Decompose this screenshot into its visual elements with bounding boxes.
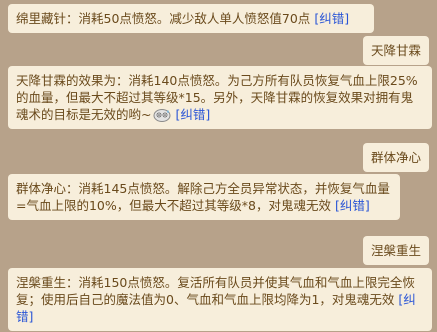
message-text: 涅槃重生	[370, 243, 421, 258]
user-message: 涅槃重生	[362, 236, 429, 265]
chat-log: 绵里藏针：消耗50点愤怒。减少敌人单人愤怒值70点 [纠错] 天降甘霖 天降甘霖的…	[0, 0, 437, 332]
bot-message: 天降甘霖的效果为：消耗140点愤怒。为己方所有队员恢复气血上限25%的血量，但最…	[8, 66, 432, 129]
report-error-link[interactable]: [纠错]	[335, 198, 370, 213]
message-text: 群体净心：消耗145点愤怒。解除己方全员异常状态，并恢复气血量=气血上限的10%…	[16, 181, 390, 213]
sweat-face-emoji	[153, 109, 171, 122]
user-message: 群体净心	[362, 143, 429, 172]
message-text: 群体净心	[370, 150, 421, 165]
bot-message: 群体净心：消耗145点愤怒。解除己方全员异常状态，并恢复气血量=气血上限的10%…	[8, 174, 400, 220]
message-text: 涅槃重生：消耗150点愤怒。复活所有队员并使其气血和气血上限完全恢复；使用后自己…	[16, 275, 415, 307]
message-text: 天降甘霖	[370, 43, 421, 58]
bot-message: 涅槃重生：消耗150点愤怒。复活所有队员并使其气血和气血上限完全恢复；使用后自己…	[8, 268, 432, 331]
report-error-link[interactable]: [纠错]	[175, 107, 210, 122]
message-text: 绵里藏针：消耗50点愤怒。减少敌人单人愤怒值70点	[16, 11, 311, 26]
report-error-link[interactable]: [纠错]	[314, 11, 349, 26]
user-message: 天降甘霖	[362, 36, 429, 65]
message-text: 天降甘霖的效果为：消耗140点愤怒。为己方所有队员恢复气血上限25%的血量，但最…	[16, 73, 418, 122]
bot-message: 绵里藏针：消耗50点愤怒。减少敌人单人愤怒值70点 [纠错]	[8, 4, 374, 33]
